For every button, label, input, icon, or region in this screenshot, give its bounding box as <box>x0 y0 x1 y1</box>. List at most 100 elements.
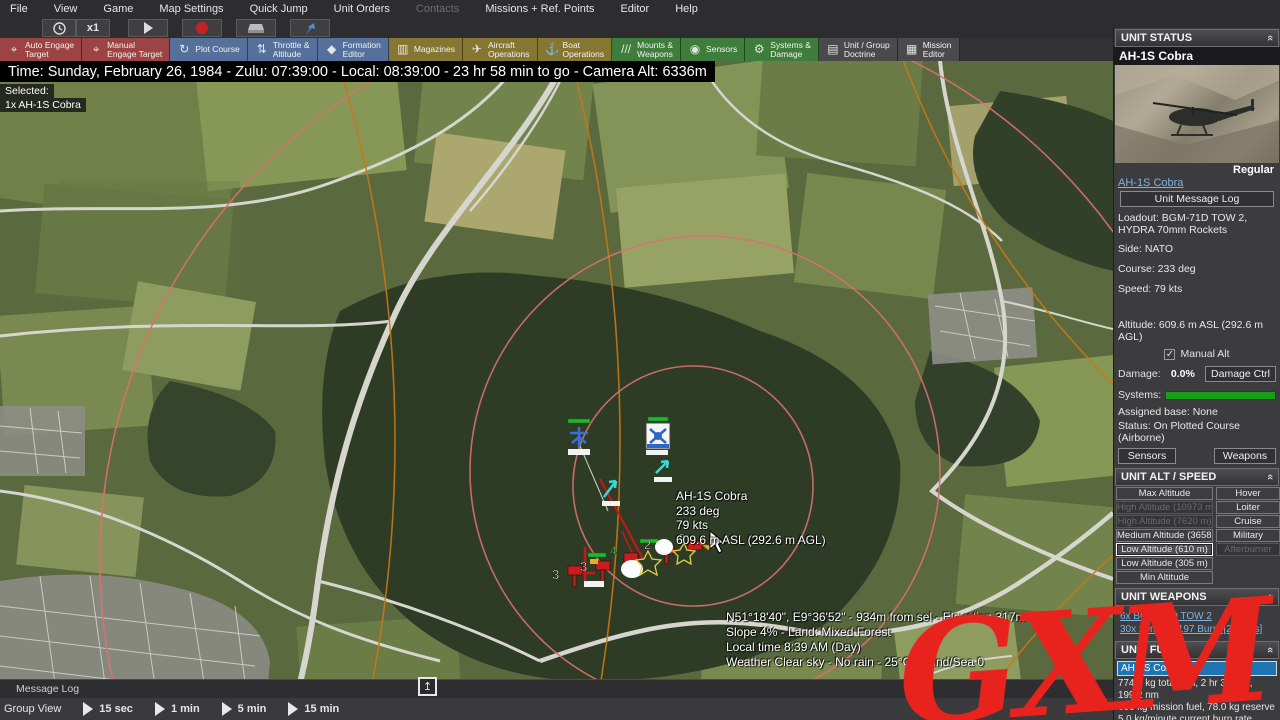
menu-game[interactable]: Game <box>103 3 133 15</box>
play-icon <box>288 702 299 716</box>
military-button[interactable]: Military <box>1216 529 1280 542</box>
manual-alt-checkbox[interactable]: ✓ <box>1164 348 1176 360</box>
mission-editor-button[interactable]: ▦ Mission Editor <box>897 38 960 61</box>
systems-label: Systems: <box>1118 389 1162 401</box>
medium-altitude-button[interactable]: Medium Altitude (3658 m) <box>1116 529 1213 542</box>
weapon-link-tow[interactable]: 6x BGM-71D TOW 2 <box>1114 610 1280 623</box>
main-toolbar: ⌖ Auto Engage Target ⌖ Manual Engage Targe… <box>0 38 1113 61</box>
svg-text:3: 3 <box>552 567 559 582</box>
min-altitude-button[interactable]: Min Altitude <box>1116 571 1213 584</box>
plot-course-button[interactable]: ↻ Plot Course <box>170 38 248 61</box>
unit-fuel-header[interactable]: UNIT FUEL « <box>1115 641 1279 659</box>
menu-view[interactable]: View <box>54 3 78 15</box>
unit-message-log-button[interactable]: Unit Message Log <box>1120 191 1274 207</box>
mounts-weapons-button[interactable]: ///Mounts & Weapons <box>612 38 682 61</box>
helicopter-silhouette <box>1152 99 1255 136</box>
message-log-bar[interactable]: Message Log <box>0 679 1113 698</box>
boat-operations-button[interactable]: ⚓ Boat Operations <box>537 38 613 61</box>
fuel-line: 774.0 kg total fuel, 2 hr 32 min, 199.2 … <box>1118 678 1253 701</box>
sim-time-bar: Time: Sunday, February 26, 1984 - Zulu: … <box>0 61 715 82</box>
damage-value: 0.0% <box>1170 368 1195 380</box>
mission-editor-icon: ▦ <box>906 42 918 56</box>
low-altitude-610-button[interactable]: Low Altitude (610 m) <box>1116 543 1213 556</box>
weapon-link-20mm[interactable]: 30x 20mm M197 Burst [25 rnds] <box>1114 623 1280 636</box>
play-button[interactable] <box>128 19 168 37</box>
recorder-icon <box>248 23 264 33</box>
time-control-row: x1 <box>0 18 1280 38</box>
manual-alt-label: Manual Alt <box>1180 348 1230 360</box>
collapse-icon: « <box>1263 646 1276 654</box>
menu-help[interactable]: Help <box>675 3 698 15</box>
fuel-selected-row[interactable]: AH-1S Cobra <box>1118 662 1276 675</box>
menu-file[interactable]: File <box>10 3 28 15</box>
claw-icon: /// <box>621 42 632 56</box>
unit-alt-speed-header[interactable]: UNIT ALT / SPEED « <box>1115 468 1279 486</box>
fuel-line: 696 kg mission fuel, 78.0 kg reserve <box>1118 702 1275 713</box>
proficiency-label: Regular <box>1233 164 1274 176</box>
group-view-label[interactable]: Group View <box>4 703 61 715</box>
collapse-icon: « <box>1263 34 1276 42</box>
manual-engage-target-button[interactable]: ⌖ Manual Engage Target <box>82 38 171 61</box>
auto-engage-target-button[interactable]: ⌖ Auto Engage Target <box>0 38 83 61</box>
unit-db-link[interactable]: AH-1S Cobra <box>1114 176 1280 190</box>
high-altitude-10973-button: High Altitude (10973 m) <box>1116 501 1213 514</box>
sensor-icon: ◉ <box>689 42 701 56</box>
afterburner-button: Afterburner <box>1216 543 1280 556</box>
aircraft-icon: ✈ <box>471 42 482 56</box>
menu-editor[interactable]: Editor <box>620 3 649 15</box>
formation-editor-button[interactable]: ◆ Formation Editor <box>317 38 389 61</box>
map-pin-icon <box>306 22 315 34</box>
record-icon <box>196 22 208 34</box>
clock-button[interactable] <box>42 19 76 37</box>
assigned-base-text: Assigned base: None <box>1118 406 1218 418</box>
selected-unit-ah1s[interactable] <box>645 416 671 455</box>
menu-bar: File View Game Map Settings Quick Jump U… <box>0 0 1280 18</box>
fuel-unit-list[interactable]: AH-1S Cobra <box>1117 661 1277 676</box>
low-altitude-305-button[interactable]: Low Altitude (305 m) <box>1116 557 1213 570</box>
aircraft-operations-button[interactable]: ✈ Aircraft Operations <box>462 38 538 61</box>
recorder-button[interactable] <box>236 19 276 37</box>
unit-status-header[interactable]: UNIT STATUS « <box>1115 29 1279 47</box>
svg-text:4: 4 <box>610 544 617 558</box>
pin-button[interactable] <box>290 19 330 37</box>
menu-map-settings[interactable]: Map Settings <box>159 3 223 15</box>
unit-name: AH-1S Cobra <box>1114 47 1280 65</box>
cruise-button[interactable]: Cruise <box>1216 515 1280 528</box>
sensors-button[interactable]: ◉ Sensors <box>681 38 746 61</box>
damage-ctrl-button[interactable]: Damage Ctrl <box>1205 366 1276 382</box>
expand-message-log-button[interactable]: ↥ <box>418 677 437 696</box>
course-icon: ↻ <box>179 42 190 56</box>
unit-data-label: AH-1S Cobra 233 deg 79 kts 609.6 m ASL (… <box>676 489 826 547</box>
magazines-button[interactable]: ▥ Magazines <box>388 38 463 61</box>
play-icon <box>83 702 94 716</box>
damage-label: Damage: <box>1118 368 1161 380</box>
boat-icon: ⚓ <box>544 42 560 56</box>
step-15sec-button[interactable]: 15 sec <box>83 702 133 716</box>
time-compression-button[interactable]: x1 <box>76 19 110 37</box>
record-button[interactable] <box>182 19 222 37</box>
formation-icon: ◆ <box>326 42 337 56</box>
max-altitude-button[interactable]: Max Altitude <box>1116 487 1213 500</box>
high-altitude-7620-button: High Altitude (7620 m) <box>1116 515 1213 528</box>
menu-quick-jump[interactable]: Quick Jump <box>250 3 308 15</box>
throttle-altitude-button[interactable]: ⇅ Throttle & Altitude <box>247 38 318 61</box>
hover-button[interactable]: Hover <box>1216 487 1280 500</box>
unit-weapons-header[interactable]: UNIT WEAPONS « <box>1115 588 1279 606</box>
selection-info: Selected: 1x AH-1S Cobra <box>0 84 86 112</box>
step-5min-button[interactable]: 5 min <box>221 702 266 716</box>
menu-missions-ref-points[interactable]: Missions + Ref. Points <box>485 3 594 15</box>
up-arrow-icon: ↥ <box>422 681 433 693</box>
right-sidebar: UNIT STATUS « AH-1S Cobra Regular AH-1S C… <box>1113 28 1280 720</box>
step-1min-button[interactable]: 1 min <box>154 702 200 716</box>
sensors-panel-button[interactable]: Sensors <box>1118 448 1176 464</box>
unit-group-doctrine-button[interactable]: ▤ Unit / Group Doctrine <box>818 38 898 61</box>
loiter-button[interactable]: Loiter <box>1216 501 1280 514</box>
systems-damage-button[interactable]: ⚙ Systems & Damage <box>745 38 819 61</box>
play-icon <box>221 702 232 716</box>
tactical-map[interactable]: 3 3 4 2 2 AH-1S Cobra 233 deg 79 kts 609… <box>0 61 1113 720</box>
step-15min-button[interactable]: 15 min <box>288 702 339 716</box>
map-hover-tooltip: N51°18'40", E9°36'52" - 934m from sel - … <box>726 610 1026 669</box>
weapons-panel-button[interactable]: Weapons <box>1214 448 1276 464</box>
crosshair-icon: ⌖ <box>10 42 18 56</box>
menu-unit-orders[interactable]: Unit Orders <box>334 3 390 15</box>
